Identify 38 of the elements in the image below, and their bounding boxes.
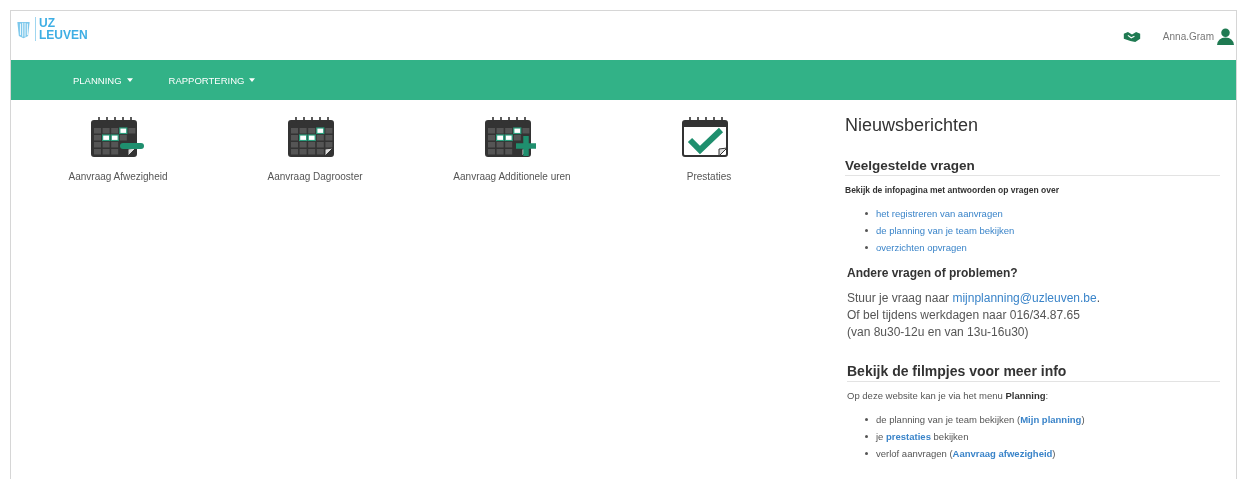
handshake-icon[interactable]: [1122, 30, 1141, 43]
tile-label[interactable]: Aanvraag Dagrooster: [267, 171, 363, 182]
calendar-icon[interactable]: [90, 116, 146, 158]
bullet-icon: [865, 418, 868, 421]
tile-label[interactable]: Prestaties: [686, 171, 732, 182]
faq-link[interactable]: de planning van je team bekijken: [876, 222, 1015, 239]
list-item-text: de planning van je team bekijken (Mijn planning): [876, 413, 1085, 427]
contact-text: (van 8u30-12u en van 13u-16u30): [847, 324, 1030, 341]
section-heading: Andere vragen of problemen?: [847, 266, 1019, 280]
bullet-icon: [865, 246, 868, 249]
user-icon[interactable]: [1217, 28, 1234, 45]
bullet-icon: [865, 435, 868, 438]
contact-text: Stuur je vraag naar mijnplanning@uzleuven.be.: [847, 290, 1102, 307]
intro-text: Op deze website kan je via het menu Planning:: [847, 390, 1050, 401]
list-item-text: verlof aanvragen (Aanvraag afwezigheid): [876, 447, 1056, 461]
logo-icon: [15, 19, 32, 39]
news-title: Nieuwsberichten: [845, 115, 980, 136]
bullet-icon: [865, 229, 868, 232]
email-link[interactable]: mijnplanning@uzleuven.be: [952, 291, 1097, 305]
section-heading: Bekijk de filmpjes voor meer info: [847, 363, 1220, 382]
list-item-text: je prestaties bekijken: [876, 430, 969, 444]
logo-text: UZ: [39, 17, 56, 29]
section-heading: Veelgestelde vragen: [845, 158, 1220, 176]
bullet-icon: [865, 452, 868, 455]
caret-icon: [249, 78, 256, 82]
page-link[interactable]: prestaties: [886, 431, 931, 442]
contact-text: Of bel tijdens werkdagen naar 016/34.87.65: [847, 307, 1081, 324]
tile-label[interactable]: Aanvraag Additionele uren: [453, 171, 571, 182]
intro-text: Bekijk de infopagina met antwoorden op vragen over: [845, 185, 1060, 195]
bullet-icon: [865, 212, 868, 215]
caret-icon: [126, 78, 133, 82]
nav-menu[interactable]: RAPPORTERING: [168, 74, 256, 86]
nav-menu[interactable]: PLANNING: [73, 74, 133, 86]
user-name[interactable]: Anna.Gram: [1162, 31, 1214, 42]
faq-link[interactable]: het registreren van aanvragen: [876, 205, 1003, 222]
logo-text: LEUVEN: [39, 29, 88, 41]
tile-label[interactable]: Aanvraag Afwezigheid: [68, 171, 168, 182]
faq-link[interactable]: overzichten opvragen: [876, 239, 967, 256]
